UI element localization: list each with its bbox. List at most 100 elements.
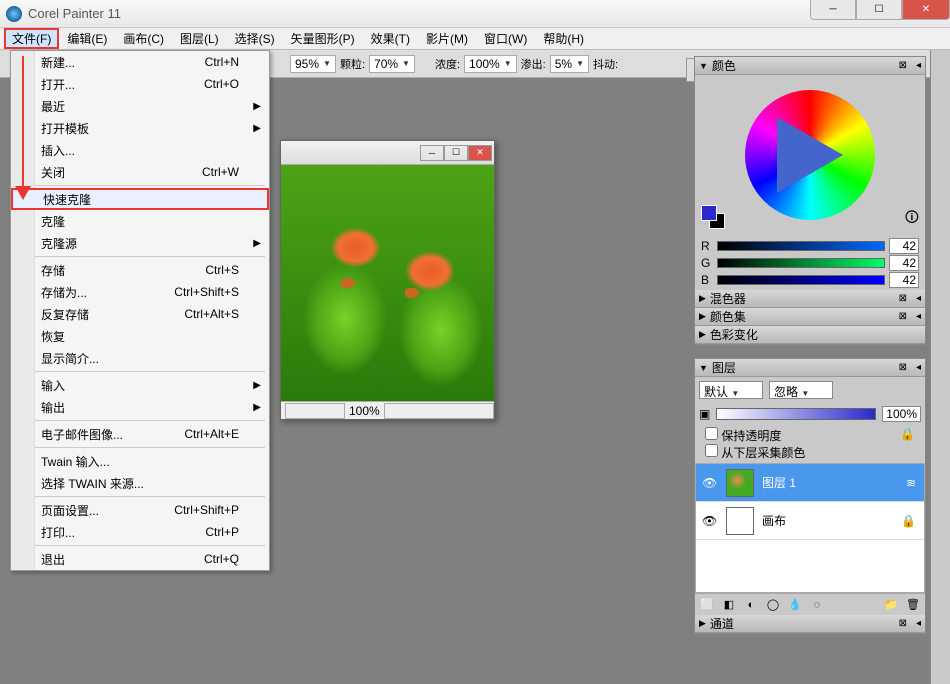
file-menu-item[interactable]: 电子邮件图像...Ctrl+Alt+E: [11, 423, 269, 445]
layer-toggle-icon[interactable]: ▣: [699, 407, 710, 421]
ignore-select[interactable]: 忽略 ▼: [769, 381, 833, 399]
file-menu-item[interactable]: 存储Ctrl+S: [11, 259, 269, 281]
layer-mask-icon[interactable]: ◯: [765, 597, 781, 613]
window-controls: ─ ☐ ✕: [810, 0, 950, 20]
file-menu-item[interactable]: 打印...Ctrl+P: [11, 521, 269, 543]
file-menu-item[interactable]: 快速克隆: [11, 188, 269, 210]
panel-close-icon[interactable]: ⊠: [899, 293, 907, 304]
exude-field[interactable]: 5%▼: [550, 55, 589, 73]
lock-icon[interactable]: 🔒: [900, 427, 915, 441]
file-menu-item[interactable]: 选择 TWAIN 来源...: [11, 472, 269, 494]
file-menu-item[interactable]: 输入▶: [11, 374, 269, 396]
canvas-viewport[interactable]: [281, 165, 494, 401]
new-layer-icon[interactable]: ⬜: [699, 597, 715, 613]
menu-window[interactable]: 窗口(W): [476, 28, 535, 49]
close-button[interactable]: ✕: [902, 0, 950, 20]
menu-canvas[interactable]: 画布(C): [115, 28, 172, 49]
layer-list: 👁 图层 1 ≋ 👁 画布 🔒: [695, 463, 925, 593]
minimize-button[interactable]: ─: [810, 0, 856, 20]
panel-close-icon[interactable]: ⊠: [899, 618, 907, 629]
color-change-panel-header[interactable]: ▶ 色彩变化: [695, 326, 925, 344]
panel-close-icon[interactable]: ⊠: [899, 60, 907, 71]
trash-icon[interactable]: 🗑: [905, 597, 921, 613]
layer-row[interactable]: 👁 图层 1 ≋: [696, 464, 924, 502]
menu-item-shortcut: Ctrl+Shift+S: [174, 285, 239, 299]
color-swatches[interactable]: [701, 205, 727, 231]
file-menu-item[interactable]: Twain 输入...: [11, 450, 269, 472]
horizontal-scrollbar[interactable]: [384, 403, 494, 419]
file-menu-item[interactable]: 关闭Ctrl+W: [11, 161, 269, 183]
saturation-value-triangle[interactable]: [777, 117, 843, 193]
pick-underlying-checkbox[interactable]: [705, 444, 718, 457]
red-slider[interactable]: [717, 241, 885, 251]
panel-close-icon[interactable]: ⊠: [899, 362, 907, 373]
file-menu-item[interactable]: 输出▶: [11, 396, 269, 418]
doc-minimize-button[interactable]: ─: [420, 145, 444, 161]
panel-menu-icon[interactable]: ◂: [916, 362, 921, 373]
file-menu-item[interactable]: 退出Ctrl+Q: [11, 548, 269, 570]
panel-menu-icon[interactable]: ◂: [916, 60, 921, 71]
green-value[interactable]: 42: [889, 255, 919, 271]
menu-shape[interactable]: 矢量图形(P): [283, 28, 363, 49]
layer-opacity-slider[interactable]: [716, 408, 876, 420]
blue-slider[interactable]: [717, 275, 885, 285]
file-menu-item[interactable]: 页面设置...Ctrl+Shift+P: [11, 499, 269, 521]
info-icon[interactable]: 🛈: [905, 207, 919, 231]
layer-row[interactable]: 👁 画布 🔒: [696, 502, 924, 540]
mixer-panel-header[interactable]: ▶ 混色器 ⊠ ◂: [695, 290, 925, 308]
file-menu-item[interactable]: 反复存储Ctrl+Alt+S: [11, 303, 269, 325]
visibility-eye-icon[interactable]: 👁: [702, 514, 718, 528]
layer-opacity-value[interactable]: 100%: [882, 406, 921, 422]
visibility-eye-icon[interactable]: 👁: [702, 476, 718, 490]
file-menu-item[interactable]: 恢复: [11, 325, 269, 347]
file-menu-item[interactable]: 插入...: [11, 139, 269, 161]
menu-separator: [15, 447, 265, 448]
droplet-icon[interactable]: 💧: [787, 597, 803, 613]
menu-effects[interactable]: 效果(T): [363, 28, 418, 49]
grain-field[interactable]: 70%▼: [369, 55, 415, 73]
panel-menu-icon[interactable]: ◂: [916, 311, 921, 322]
menu-movie[interactable]: 影片(M): [418, 28, 476, 49]
file-menu-item[interactable]: 最近▶: [11, 95, 269, 117]
layer-effect-icon[interactable]: ≋: [906, 476, 916, 490]
foreground-color-swatch[interactable]: [701, 205, 717, 221]
density-field[interactable]: 100%▼: [464, 55, 517, 73]
menu-file[interactable]: 文件(F): [4, 28, 59, 49]
channels-panel-header[interactable]: ▶ 通道 ⊠ ◂: [695, 615, 925, 633]
doc-close-button[interactable]: ✕: [468, 145, 492, 161]
file-menu-item[interactable]: 存储为...Ctrl+Shift+S: [11, 281, 269, 303]
zoom-slider[interactable]: [285, 403, 345, 419]
colorset-panel-header[interactable]: ▶ 颜色集 ⊠ ◂: [695, 308, 925, 326]
color-panel-header[interactable]: ▼ 颜色 ⊠ ◂: [695, 57, 925, 75]
maximize-button[interactable]: ☐: [856, 0, 902, 20]
menu-item-label: 插入...: [41, 142, 75, 159]
layer-icon-3[interactable]: ◐: [743, 597, 759, 613]
menu-edit[interactable]: 编辑(E): [59, 28, 115, 49]
menu-help[interactable]: 帮助(H): [535, 28, 592, 49]
panel-menu-icon[interactable]: ◂: [916, 293, 921, 304]
menu-select[interactable]: 选择(S): [227, 28, 283, 49]
blue-value[interactable]: 42: [889, 272, 919, 288]
doc-maximize-button[interactable]: ☐: [444, 145, 468, 161]
hue-wheel[interactable]: [745, 90, 875, 220]
file-menu-item[interactable]: 打开...Ctrl+O: [11, 73, 269, 95]
file-menu-item[interactable]: 显示简介...: [11, 347, 269, 369]
green-slider[interactable]: [717, 258, 885, 268]
menu-layer[interactable]: 图层(L): [172, 28, 227, 49]
document-window: ─ ☐ ✕ 100%: [280, 140, 495, 420]
file-menu-item[interactable]: 打开模板▶: [11, 117, 269, 139]
droplet-outline-icon[interactable]: ◌: [809, 597, 825, 613]
layer-icon-2[interactable]: ◧: [721, 597, 737, 613]
folder-icon[interactable]: 📁: [883, 597, 899, 613]
file-menu-item[interactable]: 克隆源▶: [11, 232, 269, 254]
panel-close-icon[interactable]: ⊠: [899, 311, 907, 322]
red-value[interactable]: 42: [889, 238, 919, 254]
layers-panel-header[interactable]: ▼ 图层 ⊠ ◂: [695, 359, 925, 377]
lock-icon[interactable]: 🔒: [901, 514, 916, 528]
panel-menu-icon[interactable]: ◂: [916, 618, 921, 629]
file-menu-item[interactable]: 新建...Ctrl+N: [11, 51, 269, 73]
preserve-transparency-checkbox[interactable]: [705, 427, 718, 440]
file-menu-item[interactable]: 克隆: [11, 210, 269, 232]
opacity-field[interactable]: 95%▼: [290, 55, 336, 73]
blend-mode-select[interactable]: 默认 ▼: [699, 381, 763, 399]
